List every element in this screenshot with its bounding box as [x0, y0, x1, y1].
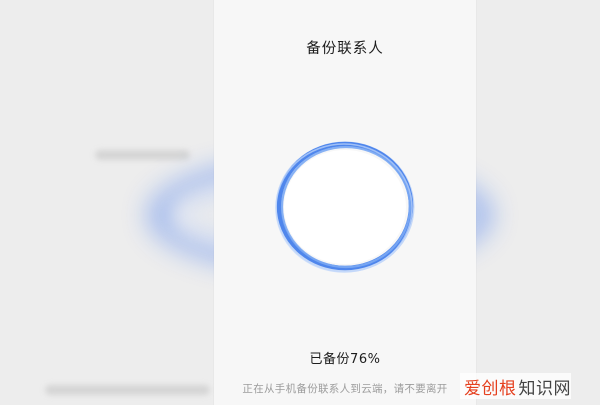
watermark-brand-accent: 爱创根 [464, 378, 517, 399]
page-title: 备份联系人 [306, 41, 384, 57]
site-watermark: 爱创根 知识网 [460, 373, 571, 399]
backup-screen: 备份联系人 已备份76% 正在从手机备份联系人到云端，请不要离开 [214, 0, 476, 405]
backup-hint-text: 正在从手机备份联系人到云端，请不要离开 [242, 383, 448, 395]
blurred-text-line [95, 150, 190, 160]
backup-progress-text: 已备份76% [309, 352, 381, 367]
progress-ring-icon [275, 141, 415, 273]
blurred-text-line [45, 385, 210, 395]
watermark-brand-rest: 知识网 [518, 378, 571, 399]
